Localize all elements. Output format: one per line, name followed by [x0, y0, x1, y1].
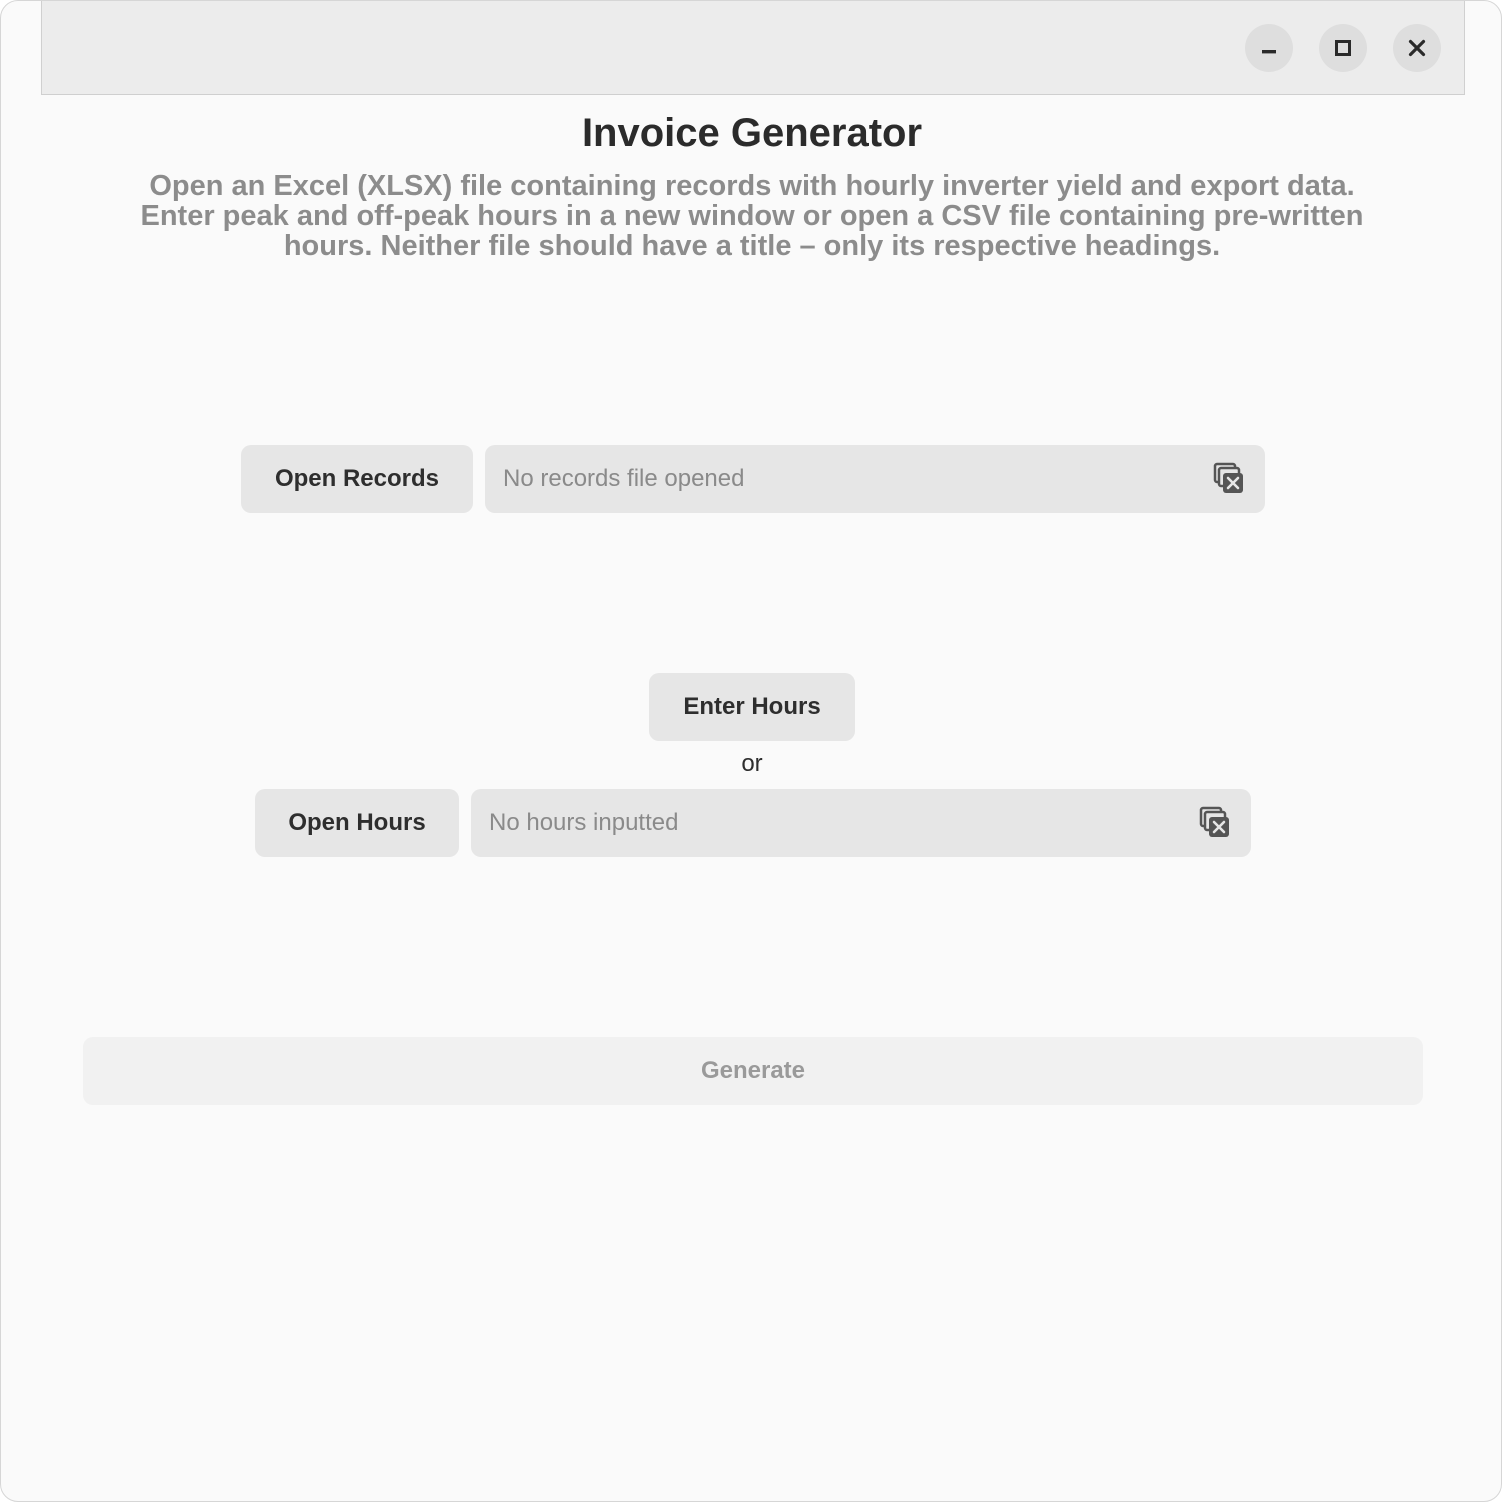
title-bar[interactable]	[41, 1, 1465, 95]
maximize-icon	[1335, 40, 1351, 56]
maximize-button[interactable]	[1319, 24, 1367, 72]
page-title: Invoice Generator	[581, 111, 923, 155]
clear-hours-icon[interactable]	[1199, 806, 1233, 840]
or-label: or	[741, 750, 763, 777]
close-icon	[1408, 39, 1426, 57]
hours-file-status: No hours inputted	[489, 809, 679, 836]
minimize-icon	[1262, 50, 1276, 54]
page-description: Open an Excel (XLSX) file containing rec…	[140, 170, 1364, 262]
close-button[interactable]	[1393, 24, 1441, 72]
hours-file-field: No hours inputted	[471, 789, 1251, 857]
records-file-status: No records file opened	[503, 465, 745, 492]
minimize-button[interactable]	[1245, 24, 1293, 72]
app-window: Invoice Generator Open an Excel (XLSX) f…	[0, 0, 1502, 1502]
generate-button[interactable]: Generate	[83, 1037, 1423, 1105]
records-file-field: No records file opened	[485, 445, 1265, 513]
enter-hours-button[interactable]: Enter Hours	[649, 673, 855, 741]
open-hours-button[interactable]: Open Hours	[255, 789, 459, 857]
clear-records-icon[interactable]	[1213, 462, 1247, 496]
open-records-button[interactable]: Open Records	[241, 445, 473, 513]
